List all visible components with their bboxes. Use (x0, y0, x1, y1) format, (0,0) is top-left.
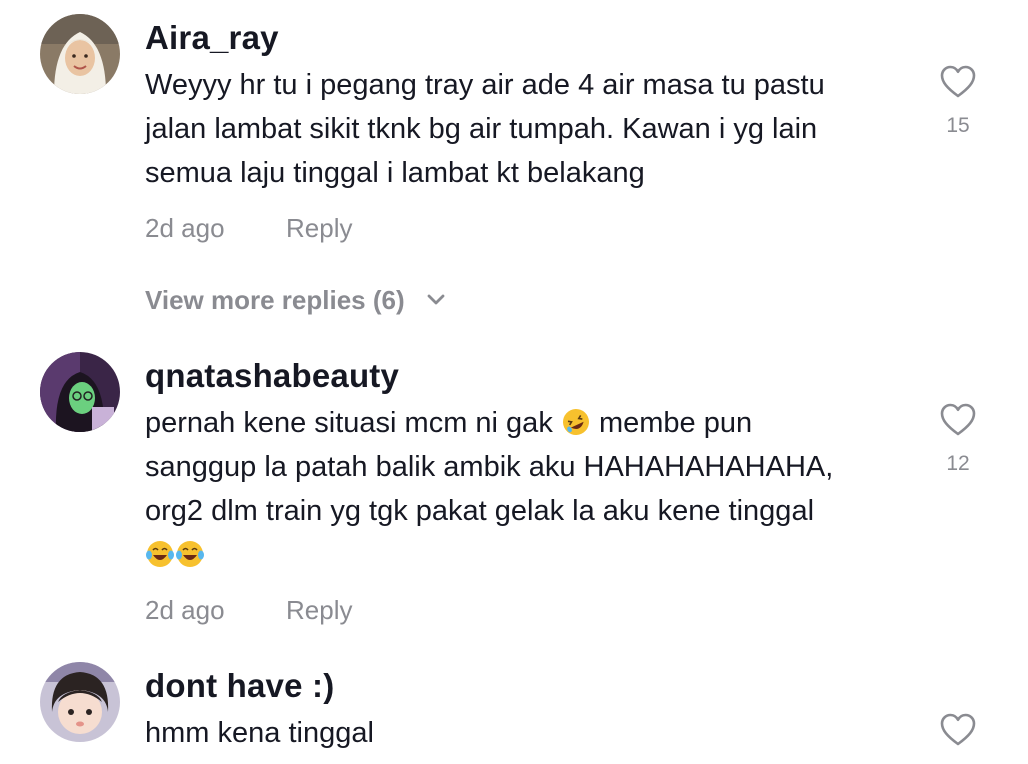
heart-outline-icon (940, 65, 976, 98)
comment-text-line: sanggup la patah balik ambik aku HAHAHAH… (145, 451, 834, 483)
comment-text-line: jalan lambat sikit tknk bg air tumpah. K… (145, 113, 818, 145)
reply-button[interactable]: Reply (286, 594, 352, 626)
chevron-down-icon (427, 294, 445, 305)
view-more-replies-button[interactable]: View more replies (6) (145, 283, 446, 317)
comment-meta: 2d ago Reply (145, 212, 352, 244)
comment-text: Weyyy hr tu i pegang tray air ade 4 air … (145, 63, 915, 195)
comment-text-segment: membe pun (598, 407, 753, 439)
like-button[interactable]: 15 (937, 64, 979, 138)
comment-username[interactable]: Aira_ray (145, 18, 279, 58)
like-button[interactable]: 12 (937, 402, 979, 476)
comment-meta: 2d ago Reply (145, 594, 352, 626)
comment-text-line: hmm kena tinggal (145, 717, 374, 749)
like-button[interactable] (937, 712, 979, 748)
comment-text: hmm kena tinggal (145, 711, 915, 755)
comments-panel: Aira_ray Weyyy hr tu i pegang tray air a… (0, 0, 1028, 764)
comment-username[interactable]: dont have :) (145, 666, 334, 706)
heart-outline-icon (940, 713, 976, 746)
avatar[interactable] (40, 352, 120, 432)
like-count: 15 (946, 114, 970, 137)
reply-button[interactable]: Reply (286, 212, 352, 244)
comment-text-line: org2 dlm train yg tgk pakat gelak la aku… (145, 495, 815, 527)
avatar[interactable] (40, 662, 120, 742)
comment-text-segment: pernah kene situasi mcm ni gak (145, 407, 553, 439)
comment-text: pernah kene situasi mcm ni gak membe pun… (145, 401, 915, 577)
tears-of-joy-emoji (176, 541, 204, 567)
comment-timestamp: 2d ago (145, 595, 225, 625)
avatar[interactable] (40, 14, 120, 94)
comment-text-line: pernah kene situasi mcm ni gak membe pun (145, 401, 915, 445)
comment-emoji-line (145, 533, 915, 577)
heart-outline-icon (940, 403, 976, 436)
comment-timestamp: 2d ago (145, 213, 225, 243)
comment-text-line: semua laju tinggal i lambat kt belakang (145, 157, 645, 189)
like-count: 12 (946, 452, 970, 475)
view-more-replies-label: View more replies (6) (145, 285, 405, 315)
rofl-emoji (562, 409, 589, 435)
comment-username[interactable]: qnatashabeauty (145, 356, 399, 396)
comment-text-line: Weyyy hr tu i pegang tray air ade 4 air … (145, 69, 825, 101)
tears-of-joy-emoji (146, 541, 174, 567)
